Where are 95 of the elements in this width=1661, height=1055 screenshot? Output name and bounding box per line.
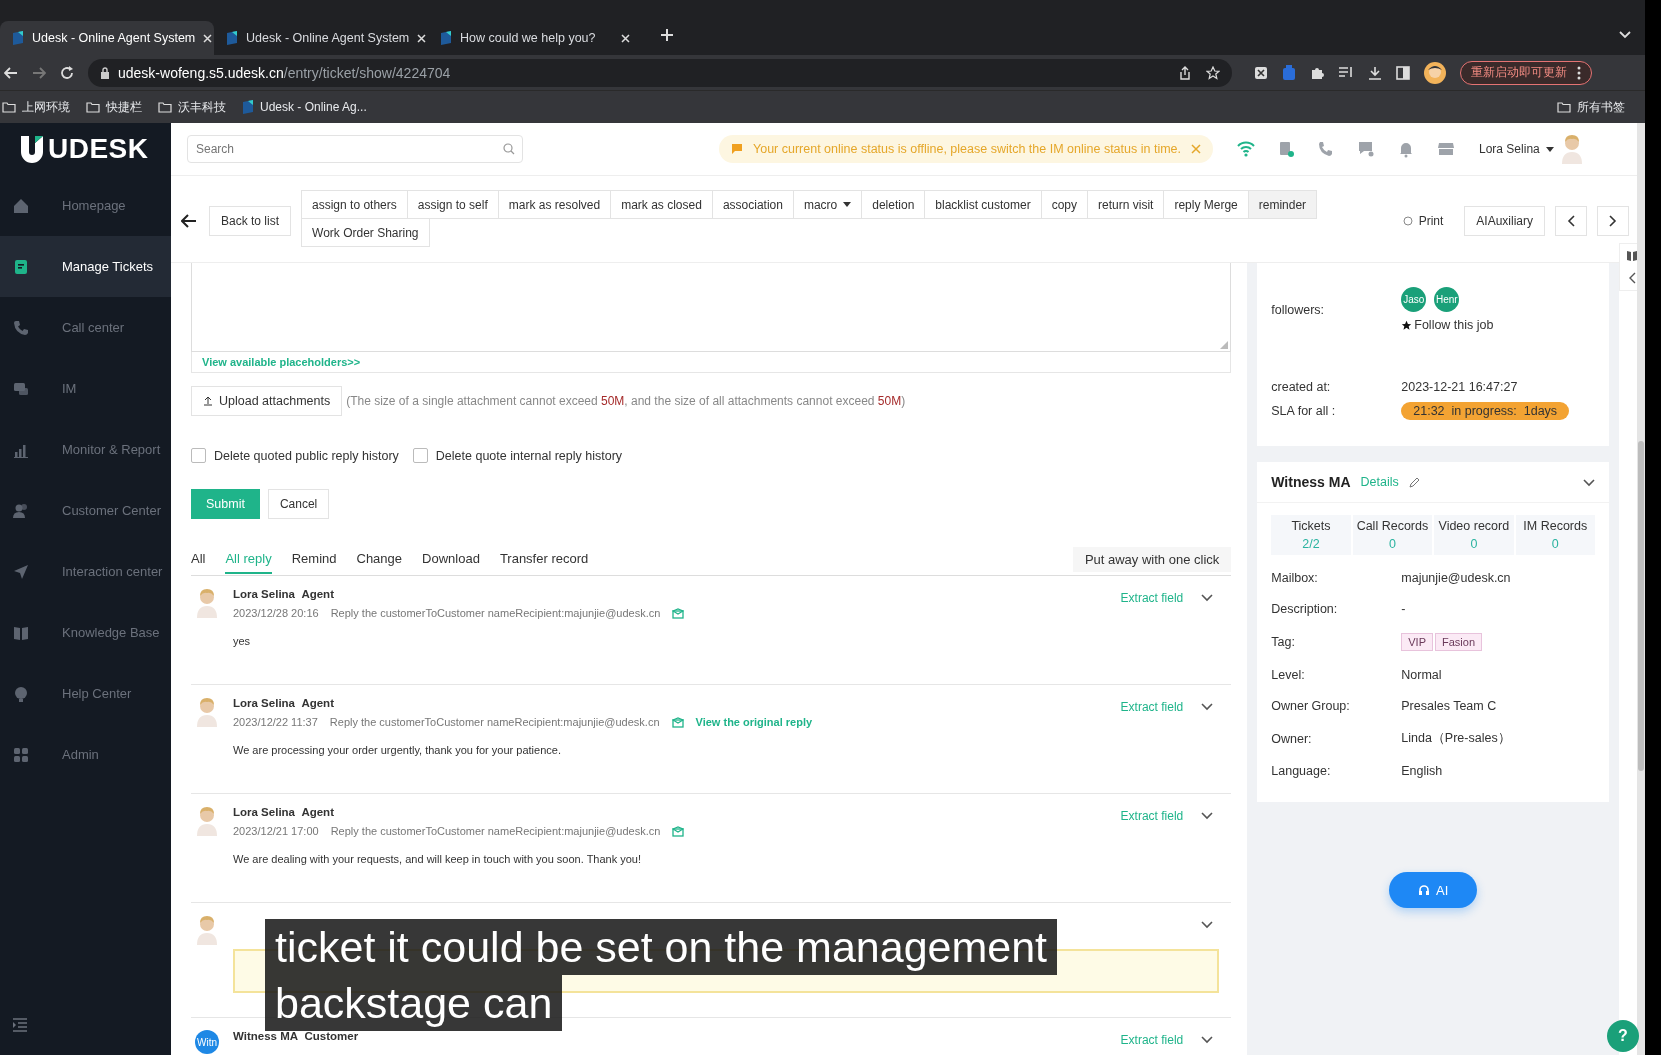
video-caption: ticket it could be set on the management: [265, 919, 1058, 975]
sla-badge: 21:32 in progress: 1days: [1401, 402, 1570, 420]
update-button[interactable]: 重新启动即可更新: [1460, 60, 1592, 85]
udesk-logo[interactable]: UDESK: [0, 123, 171, 175]
cancel-button[interactable]: Cancel: [267, 489, 330, 519]
field-value: Linda（Pre-sales）: [1401, 730, 1512, 747]
field-value: Presales Team C: [1401, 699, 1498, 713]
action-button[interactable]: reply Merge: [1163, 190, 1249, 219]
reply-time: 2023/12/22 11:37: [233, 716, 318, 728]
sidebar-item[interactable]: Monitor & Report: [0, 419, 171, 480]
bookmark[interactable]: Udesk - Online Ag...: [242, 100, 367, 114]
reply-author: Lora Selina Agent: [233, 697, 335, 709]
user-menu[interactable]: Lora Selina: [1479, 142, 1540, 156]
reply-author: Lora Selina Agent: [233, 588, 335, 600]
field-label: Mailbox:: [1271, 571, 1319, 585]
sidebar-item[interactable]: Call center: [0, 297, 171, 358]
tag: Fasion: [1435, 633, 1483, 651]
field-label: created at:: [1271, 380, 1332, 394]
field-value: 2023-12-21 16:47:27: [1401, 380, 1519, 394]
history-tab[interactable]: All: [191, 544, 206, 574]
record-stat[interactable]: Video record 0: [1434, 515, 1514, 555]
record-stat[interactable]: Tickets 2/2: [1271, 515, 1351, 555]
sidebar-item[interactable]: Customer Center: [0, 480, 171, 541]
reply-author: Witness MA Customer: [233, 1030, 360, 1042]
action-button[interactable]: mark as resolved: [497, 190, 612, 219]
upload-size-note: (The size of a single attachment cannot exceed 50M, and the size of all attachments cannot exceed 50M): [346, 394, 906, 408]
history-tab[interactable]: Transfer record: [499, 544, 589, 574]
search-field[interactable]: Search: [187, 135, 523, 163]
field-value: majunjie@udesk.cn: [1401, 571, 1512, 585]
field-label: Owner Group:: [1271, 699, 1351, 713]
browser-tab[interactable]: Udesk - Online Agent System: [214, 21, 428, 55]
action-button[interactable]: assign to others: [301, 190, 408, 219]
sidebar-item[interactable]: Knowledge Base: [0, 602, 171, 663]
all-bookmarks[interactable]: 所有书签: [1557, 98, 1625, 116]
customer-name: Witness MA: [1271, 474, 1351, 490]
action-button[interactable]: blacklist customer: [924, 190, 1042, 219]
reply-recipient: Reply the customerToCustomer nameRecipient:majunjie@udesk.cn: [330, 607, 661, 619]
status-notice: Your current online status is offline, please switch the IM online status in time.: [719, 135, 1213, 163]
field-label: Language:: [1271, 764, 1332, 778]
follower-avatar: Jaso: [1401, 287, 1427, 312]
history-tab[interactable]: Download: [422, 544, 480, 574]
follow-link[interactable]: Follow this job: [1414, 318, 1494, 332]
customer-avatar: Witn: [195, 1030, 219, 1054]
upload-button[interactable]: Upload attachments: [191, 386, 343, 416]
action-button[interactable]: mark as closed: [610, 190, 713, 219]
browser-tab[interactable]: How could we help you?: [428, 21, 642, 55]
action-button[interactable]: Work Order Sharing: [301, 218, 430, 247]
field-label: followers:: [1271, 302, 1326, 317]
field-value: Normal: [1401, 668, 1443, 682]
action-button[interactable]: association: [711, 190, 794, 219]
sidebar-item[interactable]: Homepage: [0, 175, 171, 236]
action-button[interactable]: deletion: [861, 190, 926, 219]
bookmark[interactable]: 上网环境: [2, 98, 70, 116]
browser-tab[interactable]: Udesk - Online Agent System: [0, 21, 214, 55]
action-button[interactable]: assign to self: [406, 190, 499, 219]
checkbox-label: Delete quoted public reply history: [214, 448, 399, 463]
follower-avatar: Henr: [1434, 287, 1460, 312]
field-label: SLA for all :: [1271, 404, 1337, 418]
field-label: Tag:: [1271, 635, 1296, 649]
address-bar[interactable]: udesk-wofeng.s5.udesk.cn/entry/ticket/show/4224704: [88, 58, 1232, 87]
sidebar-item[interactable]: Interaction center: [0, 541, 171, 602]
tag: VIP: [1401, 633, 1433, 651]
field-label: Description:: [1271, 602, 1339, 616]
back-button[interactable]: Back to list: [209, 206, 292, 236]
reply-time: 2023/12/21 17:00: [233, 825, 319, 837]
reply-recipient: Reply the customerToCustomer nameRecipient:majunjie@udesk.cn: [330, 825, 661, 837]
checkbox-label: Delete quote internal reply history: [435, 448, 623, 463]
action-button[interactable]: copy: [1040, 190, 1089, 219]
reply-message: yes: [233, 635, 252, 647]
reply-message: We are processing your order urgently, thank you for your patience.: [233, 744, 562, 756]
record-stat[interactable]: Call Records 0: [1352, 515, 1433, 555]
bookmark[interactable]: 沃丰科技: [158, 98, 226, 116]
action-button[interactable]: reminder: [1247, 190, 1318, 219]
reply-recipient: Reply the customerToCustomer nameRecipient:majunjie@udesk.cn: [329, 716, 660, 728]
dropdown-button[interactable]: macro: [792, 190, 863, 219]
sidebar-item[interactable]: IM: [0, 358, 171, 419]
action-button[interactable]: return visit: [1087, 190, 1165, 219]
field-value: -: [1401, 602, 1407, 616]
history-tab[interactable]: Remind: [291, 544, 337, 574]
history-tab[interactable]: Change: [356, 544, 403, 574]
sidebar-item[interactable]: Help Center: [0, 663, 171, 724]
video-caption: backstage can: [265, 975, 563, 1031]
sidebar-item[interactable]: Manage Tickets: [0, 236, 171, 297]
field-value: English: [1401, 764, 1444, 778]
reply-message: We are dealing with your requests, and will keep in touch with you soon. Thank you!: [233, 853, 643, 865]
reply-author: Lora Selina Agent: [233, 806, 335, 818]
ai-auxiliary-button[interactable]: AIAuxiliary: [1464, 206, 1545, 236]
field-label: Owner:: [1271, 731, 1313, 746]
bookmark[interactable]: 快捷栏: [86, 98, 142, 116]
sidebar-item[interactable]: Admin: [0, 724, 171, 785]
ai-button[interactable]: AI: [1389, 872, 1478, 908]
field-label: Level:: [1271, 668, 1306, 682]
record-stat[interactable]: IM Records 0: [1515, 515, 1595, 555]
reply-time: 2023/12/28 20:16: [233, 607, 319, 619]
collapse-all-button[interactable]: Put away with one click: [1072, 546, 1232, 572]
